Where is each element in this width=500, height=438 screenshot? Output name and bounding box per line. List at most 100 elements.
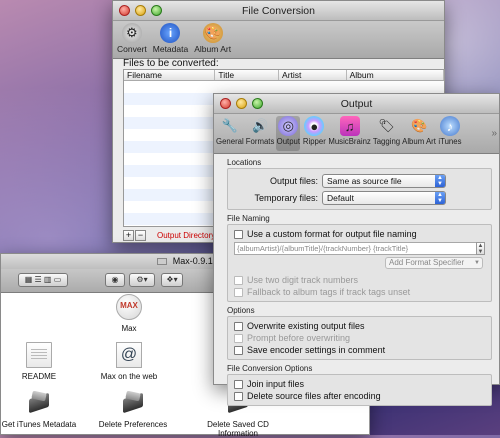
output-files-label: Output files:: [269, 175, 318, 186]
close-button[interactable]: [220, 98, 231, 109]
checkbox-icon: [234, 275, 243, 285]
icon-view-icon[interactable]: ▦: [25, 275, 33, 284]
disk-icon: [157, 258, 168, 266]
finder-item-max[interactable]: MAX Max: [87, 294, 171, 333]
output-files-value: Same as source file: [327, 175, 402, 186]
checkbox-label: Fallback to album tags if track tags uns…: [247, 287, 411, 297]
finder-item-delete-preferences[interactable]: Delete Preferences: [91, 390, 175, 429]
tab-formats[interactable]: 🔊 Formats: [246, 116, 275, 151]
checkbox-label: Prompt before overwriting: [247, 333, 351, 343]
window-controls: [119, 5, 162, 16]
minimize-button[interactable]: [236, 98, 247, 109]
finder-item-get-itunes-metadata[interactable]: Get iTunes Metadata: [0, 390, 81, 429]
options-section-title: Options: [227, 306, 255, 315]
action-menu-button[interactable]: ⚙▾: [129, 273, 155, 287]
tab-label: Tagging: [372, 137, 401, 146]
checkbox-icon: [234, 321, 243, 331]
metadata-button[interactable]: i Metadata: [153, 23, 188, 56]
album-art-button[interactable]: 🎨 Album Art: [194, 23, 231, 56]
gear-icon: ⚙▾: [136, 275, 148, 284]
list-view-icon[interactable]: ☰: [35, 275, 42, 284]
temporary-files-popup[interactable]: Default ▲ ▼: [322, 190, 446, 205]
checkbox-label: Overwrite existing output files: [247, 321, 365, 331]
applescript-icon: [120, 390, 146, 416]
file-naming-section-title: File Naming: [227, 214, 270, 223]
checkbox-icon: [234, 229, 243, 239]
temporary-files-value: Default: [327, 192, 354, 203]
finder-item-label: Max: [121, 324, 137, 333]
checkbox-label: Use two digit track numbers: [247, 275, 359, 285]
checkbox-label: Join input files: [247, 379, 305, 389]
minimize-button[interactable]: [135, 5, 146, 16]
files-label: Files to be converted:: [123, 58, 219, 69]
remove-file-button[interactable]: −: [135, 230, 146, 241]
output-titlebar[interactable]: Output: [214, 94, 499, 114]
checkbox-icon: [234, 287, 243, 297]
output-preferences-window: Output 🔧 General 🔊 Formats ◎ Output ● Ripper…: [213, 93, 500, 406]
checkbox-label: Use a custom format for output file nami…: [247, 229, 417, 239]
tab-musicbrainz[interactable]: ♫ MusicBrainz: [328, 116, 371, 151]
column-title[interactable]: Title: [215, 70, 280, 80]
output-files-popup[interactable]: Same as source file ▲ ▼: [322, 173, 446, 188]
column-album[interactable]: Album: [347, 70, 444, 80]
convert-button[interactable]: ⚙ Convert: [117, 23, 147, 56]
delete-source-checkbox[interactable]: Delete source files after encoding: [234, 390, 485, 402]
tab-tagging[interactable]: 🏷 Tagging: [373, 116, 400, 151]
locations-section-title: Locations: [227, 158, 262, 167]
temporary-files-label: Temporary files:: [254, 192, 318, 203]
speaker-icon: 🔊: [251, 118, 269, 133]
tab-ripper[interactable]: ● Ripper: [302, 116, 326, 151]
tab-label: Formats: [245, 137, 275, 146]
convert-label: Convert: [117, 44, 147, 54]
max-app-icon: MAX: [116, 294, 142, 320]
tab-output[interactable]: ◎ Output: [276, 116, 301, 151]
info-icon: i: [160, 23, 181, 43]
tab-label: General: [216, 137, 244, 146]
coverflow-view-icon[interactable]: ▭: [54, 275, 62, 284]
view-mode-segmented[interactable]: ▦ ☰ ▥ ▭: [18, 273, 68, 287]
options-box: Overwrite existing output files Prompt b…: [227, 316, 492, 360]
finder-item-max-on-the-web[interactable]: @ Max on the web: [87, 342, 171, 381]
overwrite-checkbox[interactable]: Overwrite existing output files: [234, 320, 485, 332]
column-filename[interactable]: Filename: [124, 70, 216, 80]
checkbox-icon: [234, 333, 243, 343]
zoom-button[interactable]: [151, 5, 162, 16]
stepper-icon[interactable]: ▲ ▼: [476, 242, 485, 255]
column-view-icon[interactable]: ▥: [44, 275, 52, 284]
prompt-overwrite-checkbox[interactable]: Prompt before overwriting: [234, 332, 485, 344]
format-string-value: {albumArtist}/{albumTitle}/{trackNumber}…: [237, 244, 409, 253]
tab-itunes[interactable]: ♪ iTunes: [438, 116, 462, 151]
file-conversion-toolbar: ⚙ Convert i Metadata 🎨 Album Art: [113, 21, 444, 59]
custom-format-checkbox[interactable]: Use a custom format for output file nami…: [234, 228, 485, 240]
checkbox-icon: [234, 345, 243, 355]
album-art-label: Album Art: [194, 44, 232, 54]
popup-arrows-icon: ▲ ▼: [435, 174, 445, 187]
tab-label: MusicBrainz: [328, 137, 371, 146]
join-files-checkbox[interactable]: Join input files: [234, 378, 485, 390]
output-title: Output: [340, 98, 373, 110]
fallback-checkbox[interactable]: Fallback to album tags if track tags uns…: [234, 286, 485, 298]
close-button[interactable]: [119, 5, 130, 16]
add-format-specifier-popup[interactable]: Add Format Specifier ▼: [385, 257, 483, 269]
applescript-icon: [26, 390, 52, 416]
toolbar-overflow-icon[interactable]: »: [491, 116, 497, 151]
dropbox-button[interactable]: ❖▾: [161, 273, 183, 287]
tab-general[interactable]: 🔧 General: [216, 116, 244, 151]
file-conversion-titlebar[interactable]: File Conversion: [113, 1, 444, 21]
zoom-button[interactable]: [252, 98, 263, 109]
chevron-down-icon: ▼: [474, 260, 480, 266]
column-artist[interactable]: Artist: [279, 70, 347, 80]
add-file-button[interactable]: +: [123, 230, 134, 241]
tab-album-art[interactable]: 🎨 Album Art: [402, 116, 436, 151]
palette-icon: 🎨: [410, 118, 428, 133]
save-settings-checkbox[interactable]: Save encoder settings in comment: [234, 344, 485, 356]
dropbox-icon: ❖▾: [166, 275, 178, 284]
tag-icon: 🏷: [378, 118, 395, 133]
format-string-field[interactable]: {albumArtist}/{albumTitle}/{trackNumber}…: [234, 242, 485, 255]
metadata-label: Metadata: [152, 44, 189, 54]
window-controls: [220, 98, 263, 109]
quicklook-button[interactable]: ◉: [105, 273, 125, 287]
two-digit-checkbox[interactable]: Use two digit track numbers: [234, 274, 485, 286]
finder-item-readme[interactable]: README: [0, 342, 81, 381]
tab-label: Album Art: [402, 137, 436, 146]
